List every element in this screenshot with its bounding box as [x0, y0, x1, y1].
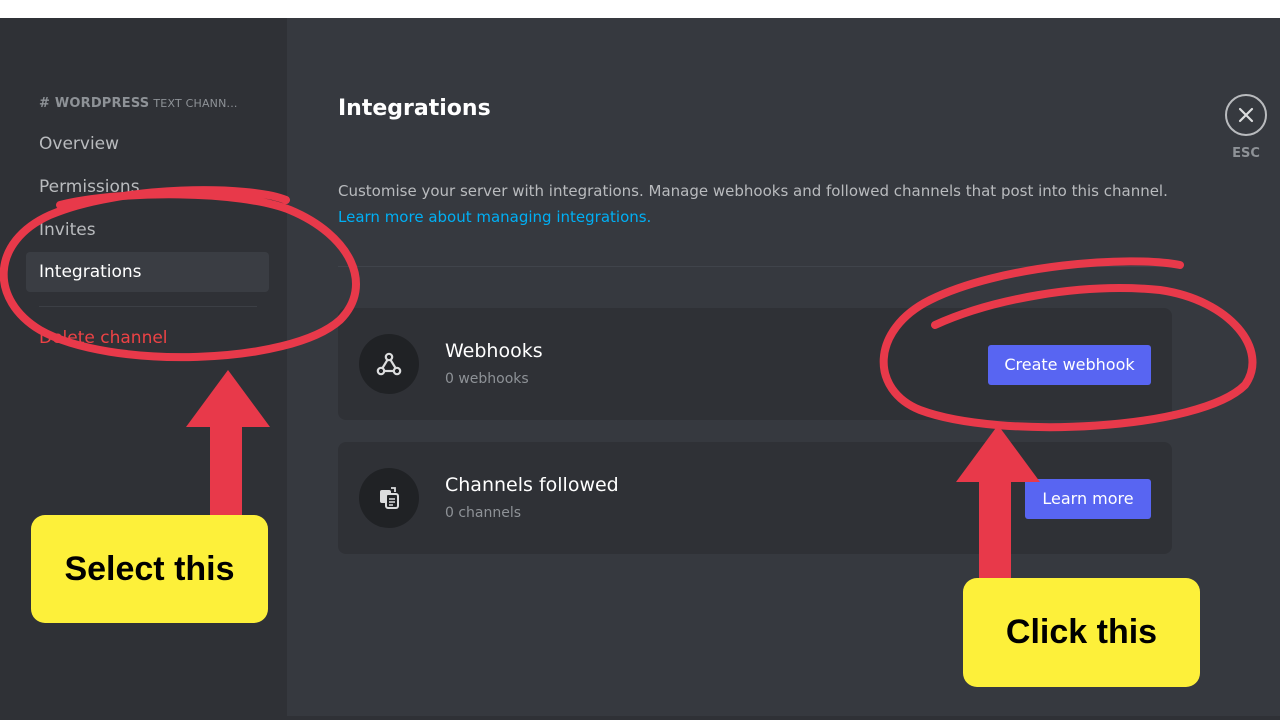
click-this-callout: Click this [963, 578, 1200, 687]
esc-label: ESC [1232, 146, 1260, 161]
channels-followed-title: Channels followed [445, 474, 619, 496]
page-description: Customise your server with integrations.… [338, 178, 1178, 230]
sidebar-channel-header: # WORDPRESS TEXT CHANN... [39, 96, 269, 111]
bottom-edge [0, 716, 1280, 720]
sidebar-item-permissions[interactable]: Permissions [26, 167, 269, 207]
sidebar-item-delete-channel[interactable]: Delete channel [26, 318, 269, 358]
sidebar-item-integrations[interactable]: Integrations [26, 252, 269, 292]
section-divider [338, 266, 1172, 267]
close-control: ESC [1222, 94, 1270, 161]
page-title: Integrations [338, 96, 491, 121]
sidebar-item-overview[interactable]: Overview [26, 124, 269, 164]
channel-name: # WORDPRESS [39, 96, 150, 111]
webhooks-card: Webhooks 0 webhooks Create webhook [338, 308, 1172, 420]
description-text: Customise your server with integrations.… [338, 182, 1168, 200]
learn-more-button[interactable]: Learn more [1025, 479, 1151, 519]
webhook-icon [359, 334, 419, 394]
close-button[interactable] [1225, 94, 1267, 136]
channels-followed-count: 0 channels [445, 505, 522, 521]
close-icon [1238, 107, 1254, 123]
webhooks-count: 0 webhooks [445, 371, 529, 387]
select-this-callout: Select this [31, 515, 268, 623]
webhooks-title: Webhooks [445, 340, 543, 362]
learn-more-integrations-link[interactable]: Learn more about managing integrations. [338, 208, 651, 226]
create-webhook-button[interactable]: Create webhook [988, 345, 1151, 385]
channels-followed-icon [359, 468, 419, 528]
sidebar-divider [39, 306, 257, 307]
sidebar-item-invites[interactable]: Invites [26, 210, 269, 250]
channels-followed-card: Channels followed 0 channels Learn more [338, 442, 1172, 554]
channel-type: TEXT CHANN... [153, 97, 238, 110]
